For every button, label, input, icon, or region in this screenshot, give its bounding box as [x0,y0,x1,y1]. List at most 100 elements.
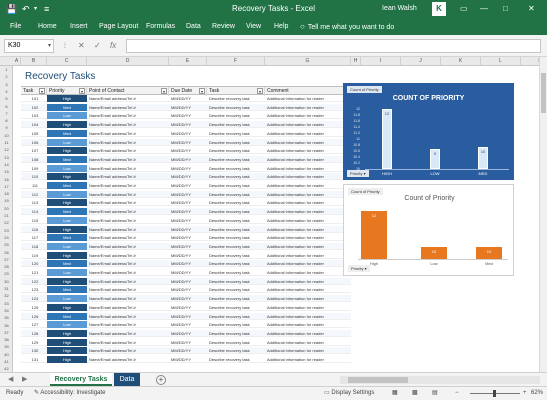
cell-priority[interactable]: High [47,338,87,346]
table-row[interactable]: 106 Low Name/Email address/Tel # MM/DD/YY De… [21,138,351,146]
cell-priority[interactable]: High [47,347,87,355]
cell-comment[interactable]: Additional information for reader [265,347,351,354]
cell-due-date[interactable]: MM/DD/YY [169,199,207,206]
row-header[interactable]: 27 [0,256,13,263]
cell-priority[interactable]: Low [47,295,87,303]
column-header[interactable]: C [47,57,87,66]
tab-help[interactable]: Help [274,21,288,32]
cell-priority[interactable]: High [47,121,87,129]
cell-point-of-contact[interactable]: Name/Email address/Tel # [87,208,169,215]
row-header[interactable]: 25 [0,241,13,248]
cell-due-date[interactable]: MM/DD/YY [169,260,207,267]
cell-point-of-contact[interactable]: Name/Email address/Tel # [87,95,169,102]
sheet-tab-recovery-tasks[interactable]: Recovery Tasks [50,373,112,386]
row-header[interactable]: 14 [0,161,13,168]
cell-point-of-contact[interactable]: Name/Email address/Tel # [87,156,169,163]
cell-point-of-contact[interactable]: Name/Email address/Tel # [87,147,169,154]
bar-med[interactable]: 10 [476,247,502,259]
cell-comment[interactable]: Additional information for reader [265,199,351,206]
cell-task-id[interactable]: 101 [21,95,47,102]
bar-high[interactable]: 12 [382,109,392,169]
table-row[interactable]: 131 High Name/Email address/Tel # MM/DD/YY D… [21,356,351,363]
cell-comment[interactable]: Additional information for reader [265,165,351,172]
cell-point-of-contact[interactable]: Name/Email address/Tel # [87,356,169,363]
cell-point-of-contact[interactable]: Name/Email address/Tel # [87,269,169,276]
table-row[interactable]: 118 Low Name/Email address/Tel # MM/DD/YY De… [21,242,351,250]
table-row[interactable]: 123 Med Name/Email address/Tel # MM/DD/YY De… [21,286,351,294]
cell-priority[interactable]: Low [47,321,87,329]
prev-sheet-icon[interactable]: ◀ [8,375,13,385]
row-header[interactable]: 40 [0,351,13,358]
cell-task-id[interactable]: 117 [21,234,47,241]
row-header[interactable]: 38 [0,336,13,343]
cell-priority[interactable]: Med [47,129,87,137]
pivot-chart-count-of-priority-blue[interactable]: Count of Priority COUNT OF PRIORITY Prio… [343,83,514,180]
cell-due-date[interactable]: MM/DD/YY [169,295,207,302]
cell-task[interactable]: Describe recovery task [207,147,265,154]
cell-priority[interactable]: High [47,251,87,259]
table-row[interactable]: 102 Med Name/Email address/Tel # MM/DD/YY De… [21,103,351,111]
cell-task-id[interactable]: 105 [21,130,47,137]
cell-comment[interactable]: Additional information for reader [265,252,351,259]
tell-me-search[interactable]: ○ Tell me what you want to do [300,21,394,33]
cell-comment[interactable]: Additional information for reader [265,95,351,102]
horizontal-scrollbar[interactable] [340,376,540,384]
table-row[interactable]: 109 Low Name/Email address/Tel # MM/DD/YY De… [21,164,351,172]
row-header[interactable]: 34 [0,307,13,314]
filter-dropdown-icon[interactable]: ▾ [39,88,45,94]
cell-task[interactable]: Describe recovery task [207,304,265,311]
cell-task[interactable]: Describe recovery task [207,173,265,180]
row-header[interactable]: 33 [0,300,13,307]
cell-point-of-contact[interactable]: Name/Email address/Tel # [87,165,169,172]
cell-point-of-contact[interactable]: Name/Email address/Tel # [87,104,169,111]
cell-due-date[interactable]: MM/DD/YY [169,321,207,328]
zoom-out-icon[interactable]: − [455,387,459,400]
table-row[interactable]: 124 Low Name/Email address/Tel # MM/DD/YY De… [21,295,351,303]
row-header[interactable]: 35 [0,314,13,321]
cell-comment[interactable]: Additional information for reader [265,130,351,137]
cell-comment[interactable]: Additional information for reader [265,147,351,154]
column-header[interactable]: F [207,57,265,66]
pivot-chart-count-of-priority-orange[interactable]: Count of Priority Count of Priority Prio… [343,184,514,276]
row-header[interactable]: 9 [0,124,13,131]
cell-task[interactable]: Describe recovery task [207,226,265,233]
row-header[interactable]: 2 [0,73,13,80]
row-header[interactable]: 28 [0,263,13,270]
cell-point-of-contact[interactable]: Name/Email address/Tel # [87,313,169,320]
table-row[interactable]: 122 High Name/Email address/Tel # MM/DD/YY D… [21,277,351,285]
filter-dropdown-icon[interactable]: ▾ [161,88,167,94]
cell-comment[interactable]: Additional information for reader [265,330,351,337]
table-row[interactable]: 112 Low Name/Email address/Tel # MM/DD/YY De… [21,190,351,198]
cell-due-date[interactable]: MM/DD/YY [169,234,207,241]
cell-priority[interactable]: Med [47,312,87,320]
avatar[interactable]: K [432,2,446,16]
cell-due-date[interactable]: MM/DD/YY [169,139,207,146]
cell-task-id[interactable]: 121 [21,269,47,276]
table-row[interactable]: 103 Low Name/Email address/Tel # MM/DD/YY De… [21,112,351,120]
row-header[interactable]: 12 [0,146,13,153]
cell-due-date[interactable]: MM/DD/YY [169,165,207,172]
row-header[interactable]: 8 [0,117,13,124]
zoom-level[interactable]: 62% [531,387,543,400]
table-row[interactable]: 113 High Name/Email address/Tel # MM/DD/YY D… [21,199,351,207]
table-row[interactable]: 105 Med Name/Email address/Tel # MM/DD/YY De… [21,129,351,137]
cell-point-of-contact[interactable]: Name/Email address/Tel # [87,243,169,250]
cell-comment[interactable]: Additional information for reader [265,269,351,276]
cell-comment[interactable]: Additional information for reader [265,234,351,241]
row-header[interactable]: 7 [0,110,13,117]
cell-priority[interactable]: Low [47,164,87,172]
cell-task[interactable]: Describe recovery task [207,347,265,354]
cell-task-id[interactable]: 119 [21,252,47,259]
chart-field-button[interactable]: Count of Priority [347,86,382,93]
table-row[interactable]: 115 Low Name/Email address/Tel # MM/DD/YY De… [21,216,351,224]
column-header[interactable]: K [441,57,481,66]
chart-axis-field-button[interactable]: Priority ▾ [348,265,370,272]
cell-comment[interactable]: Additional information for reader [265,191,351,198]
cell-point-of-contact[interactable]: Name/Email address/Tel # [87,295,169,302]
zoom-slider-knob[interactable] [493,390,496,397]
table-row[interactable]: 127 Low Name/Email address/Tel # MM/DD/YY De… [21,321,351,329]
user-name[interactable]: Iean Walsh [382,3,417,15]
cell-task-id[interactable]: 127 [21,321,47,328]
next-sheet-icon[interactable]: ▶ [22,375,27,385]
formula-input[interactable] [126,39,541,53]
